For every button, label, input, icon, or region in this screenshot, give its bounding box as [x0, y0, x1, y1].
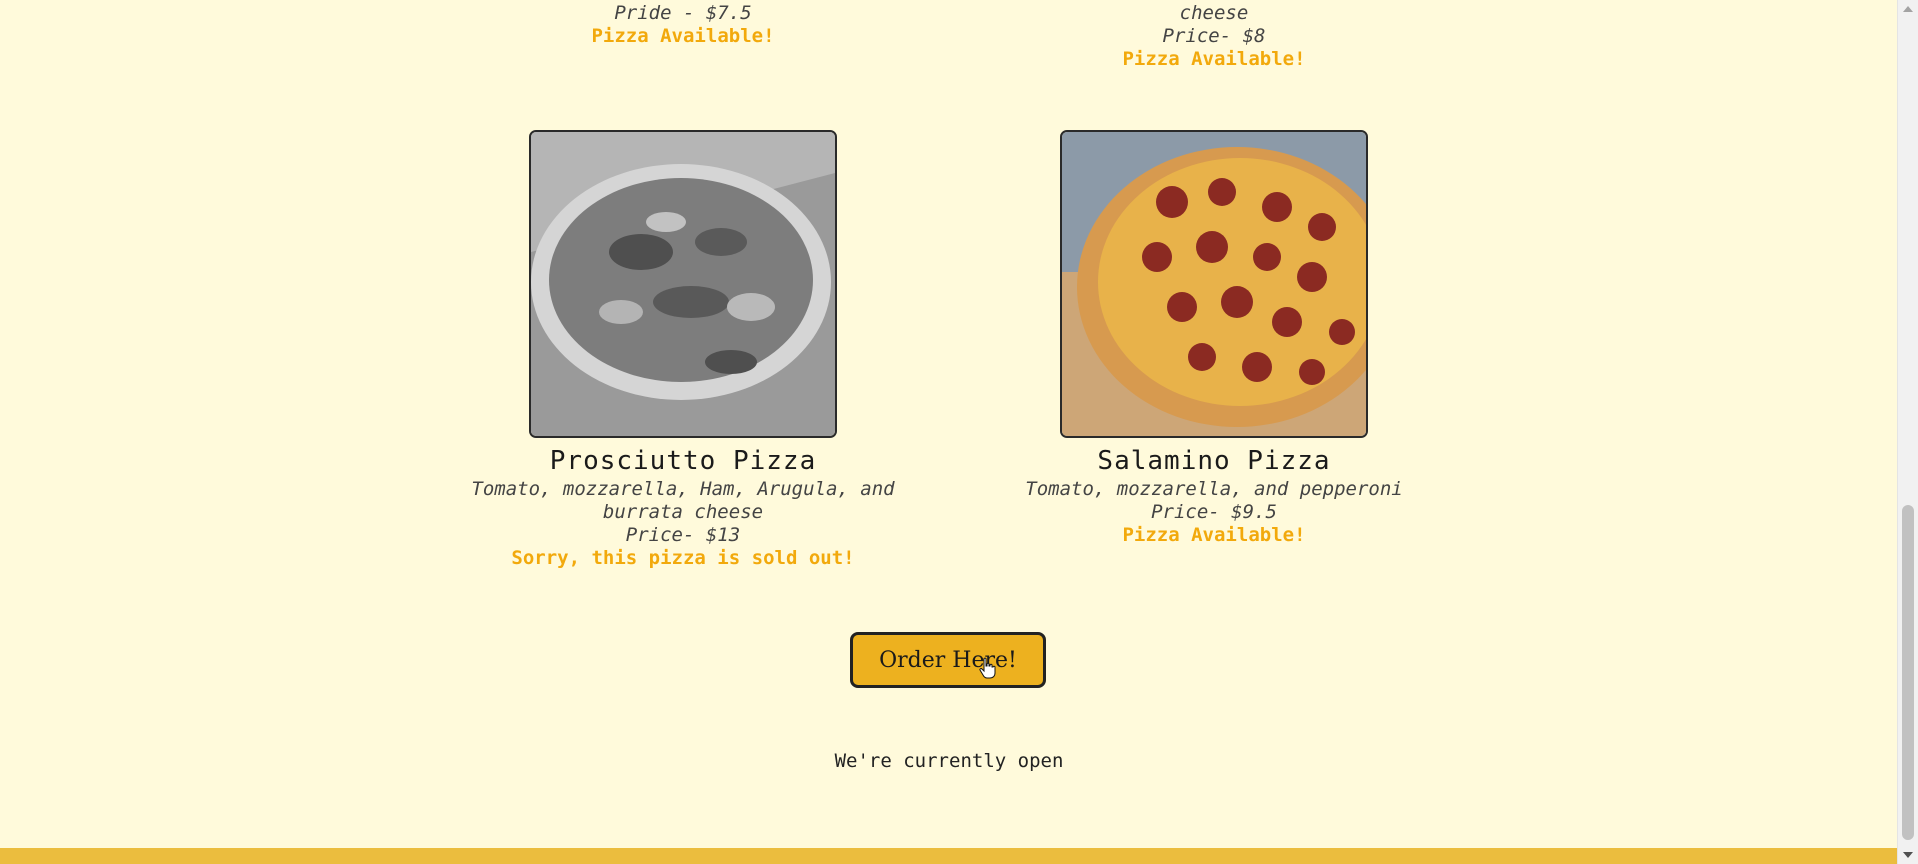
pizza-ingredients: Tomato, mozzarella, Ham, Arugula, and bu… — [471, 478, 895, 523]
scroll-down-arrow-icon[interactable] — [1903, 852, 1913, 858]
pizza-price: Price- $13 — [625, 524, 741, 546]
menu-card-salamino: Salamino Pizza Tomato, mozzarella, and p… — [954, 130, 1474, 547]
pizza-menu-page: Pride - $7.5 Pizza Available! cheese Pri… — [0, 0, 1898, 864]
pizza-status: Pizza Available! — [591, 25, 775, 47]
order-here-button[interactable]: Order Here! — [850, 632, 1046, 688]
pizza-ingredients: cheese — [1179, 2, 1249, 24]
menu-card-partial-right: cheese Price- $8 Pizza Available! — [954, 0, 1474, 71]
footer-bar — [0, 848, 1898, 864]
pizza-price: Price- $9.5 — [1151, 501, 1277, 523]
pizza-status: Pizza Available! — [1122, 48, 1306, 70]
pizza-status: Pizza Available! — [1122, 524, 1306, 546]
scroll-up-arrow-icon[interactable] — [1903, 6, 1913, 12]
pizza-price: Pride - $7.5 — [614, 2, 752, 24]
menu-card-prosciutto: Prosciutto Pizza Tomato, mozzarella, Ham… — [423, 130, 943, 570]
vertical-scrollbar[interactable] — [1897, 0, 1918, 864]
open-status-text: We're currently open — [834, 750, 1064, 772]
scrollbar-thumb[interactable] — [1902, 505, 1914, 840]
hand-cursor-icon — [979, 657, 996, 679]
pizza-name: Salamino Pizza — [1097, 446, 1331, 476]
pizza-name: Prosciutto Pizza — [549, 446, 817, 476]
pizza-status: Sorry, this pizza is sold out! — [511, 547, 855, 569]
menu-card-partial-left: Pride - $7.5 Pizza Available! — [423, 0, 943, 48]
salamino-pizza-image — [1060, 130, 1368, 438]
pizza-price: Price- $8 — [1162, 25, 1266, 47]
prosciutto-pizza-image — [529, 130, 837, 438]
pizza-ingredients: Tomato, mozzarella, and pepperoni — [1025, 478, 1403, 500]
